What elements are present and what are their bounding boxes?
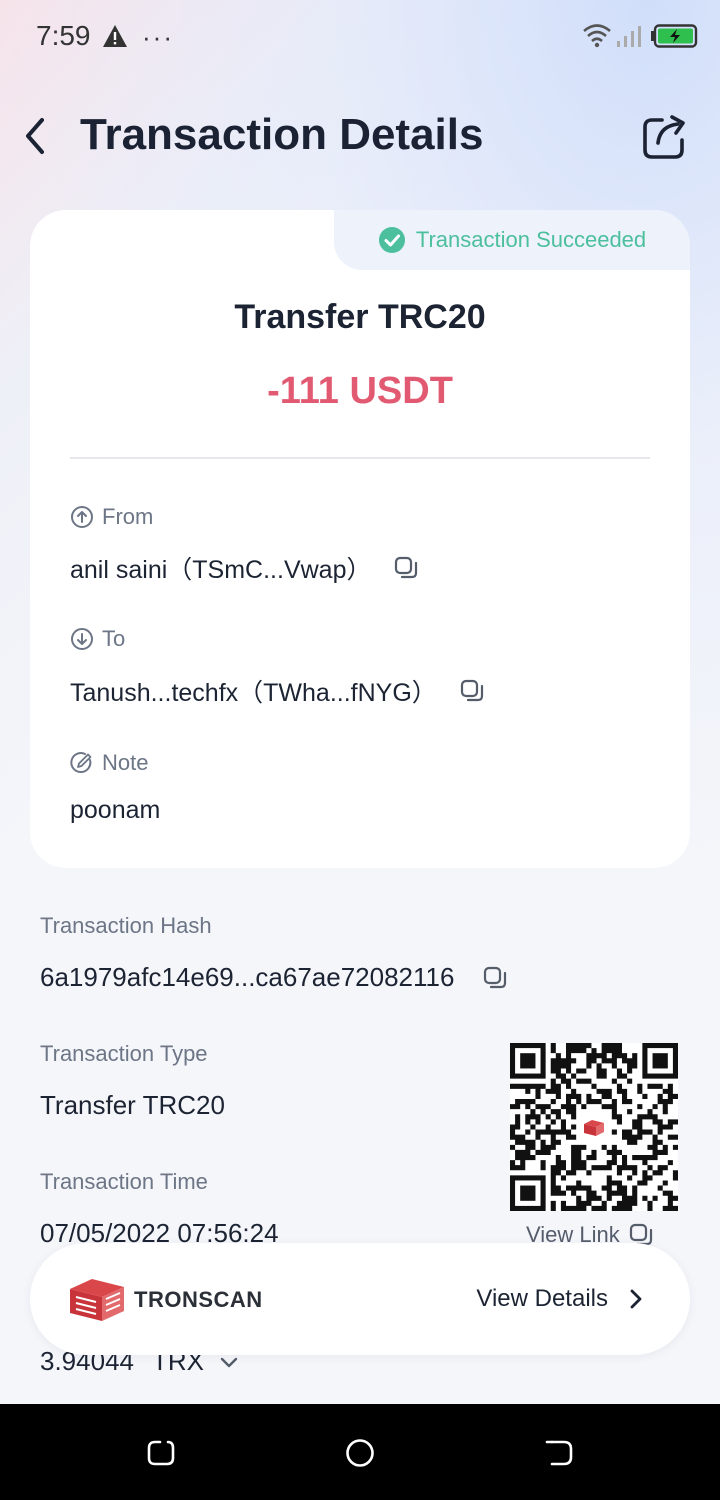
to-label: To <box>70 626 125 652</box>
chevron-right-icon <box>630 1289 642 1309</box>
edit-circle-icon <box>70 752 92 774</box>
hash-label: Transaction Hash <box>40 913 212 938</box>
arrow-up-circle-icon <box>71 506 93 528</box>
back-arrow-icon[interactable] <box>18 112 54 160</box>
arrow-down-circle-icon <box>71 628 93 650</box>
more-notifications-icon: ··· <box>142 22 174 52</box>
tronscan-name: TRONSCAN <box>134 1287 263 1312</box>
qr-code <box>510 1043 678 1211</box>
note-label: Note <box>70 750 148 776</box>
back-nav-icon[interactable] <box>544 1438 574 1468</box>
type-value: Transfer TRC20 <box>40 1090 225 1120</box>
status-text: Transaction Succeeded <box>415 227 647 252</box>
system-nav-bar <box>0 1404 720 1500</box>
status-time: 7:59 <box>36 20 91 51</box>
status-badge: Transaction Succeeded <box>334 210 690 270</box>
hash-value: 6a1979afc14e69...ca67ae72082116 <box>40 962 508 993</box>
divider <box>70 457 650 459</box>
tronscan-logo-icon <box>70 1279 124 1321</box>
type-label: Transaction Type <box>40 1041 208 1066</box>
copy-icon[interactable] <box>482 965 508 991</box>
time-label: Transaction Time <box>40 1169 208 1194</box>
warning-icon <box>103 25 127 47</box>
home-icon[interactable] <box>345 1438 375 1468</box>
copy-icon[interactable] <box>459 678 485 704</box>
status-bar: 7:59 ··· <box>0 0 720 72</box>
copy-icon[interactable] <box>393 555 419 581</box>
recent-apps-icon[interactable] <box>146 1438 176 1468</box>
page-title: Transaction Details <box>80 110 484 159</box>
share-icon[interactable] <box>640 112 690 162</box>
from-label: From <box>70 504 153 530</box>
transaction-summary-card: Transaction Succeeded Transfer TRC20 -11… <box>30 210 690 868</box>
from-address: anil saini（TSmC...Vwap） <box>70 550 419 586</box>
to-address: Tanush...techfx（TWha...fNYG） <box>70 673 485 709</box>
battery-icon <box>651 24 698 48</box>
transaction-amount: -111 USDT <box>267 370 453 412</box>
success-check-icon <box>378 227 405 253</box>
wifi-icon <box>583 24 611 48</box>
view-details-button[interactable]: View Details <box>476 1285 646 1313</box>
transaction-type-title: Transfer TRC20 <box>234 298 486 336</box>
note-value: poonam <box>70 796 161 824</box>
tronscan-banner[interactable]: TRONSCAN View Details <box>30 1243 690 1355</box>
signal-icon <box>617 26 641 47</box>
